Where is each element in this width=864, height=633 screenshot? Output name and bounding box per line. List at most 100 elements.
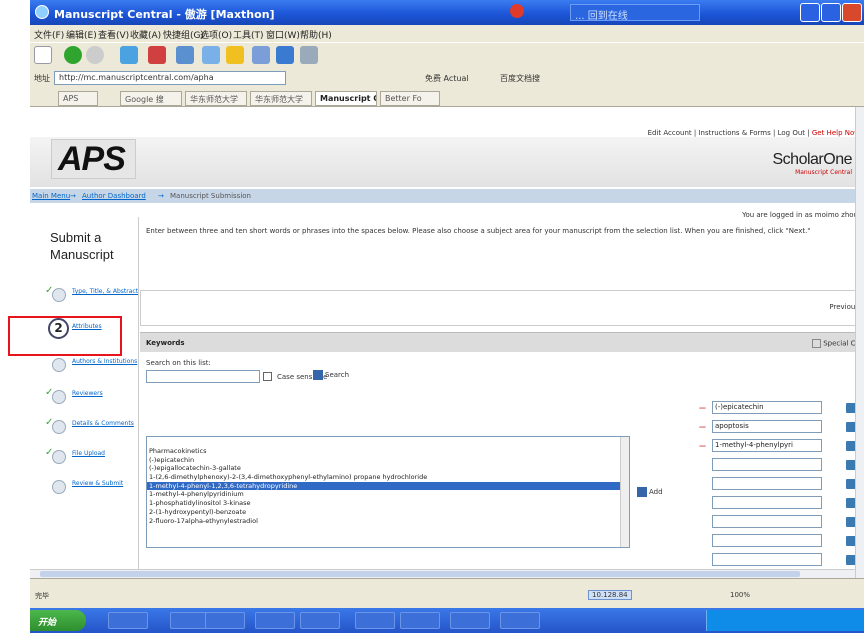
keyword-row <box>692 496 862 509</box>
step-reviewers[interactable]: ✓ Reviewers <box>45 387 135 411</box>
taskbar-item[interactable] <box>170 612 210 629</box>
keywords-header: Keywords Special Ch <box>140 332 864 352</box>
help-link[interactable]: Get Help Now <box>812 129 860 137</box>
favorites-star-icon[interactable] <box>226 46 244 64</box>
maximize-button[interactable] <box>821 3 841 22</box>
taskbar-item[interactable] <box>300 612 340 629</box>
list-scrollbar[interactable] <box>620 437 629 547</box>
tab-better[interactable]: Better Fo <box>380 91 440 106</box>
search-icon <box>313 370 323 380</box>
case-sensitive-checkbox[interactable] <box>263 372 272 381</box>
new-page-icon[interactable] <box>34 46 52 64</box>
history-icon[interactable] <box>202 46 220 64</box>
tab-google[interactable]: Google 搜 <box>120 91 182 106</box>
menu-options[interactable]: 选项(O) <box>200 28 232 41</box>
menu-file[interactable]: 文件(F) <box>34 28 64 41</box>
keyword-list[interactable]: Pharmacokinetics (-)epicatechin (-)epigall… <box>146 436 630 548</box>
menu-groups[interactable]: 快捷组(G) <box>163 28 204 41</box>
keyword-search-input[interactable] <box>146 370 260 383</box>
keyword-input[interactable] <box>712 534 822 547</box>
page-horizontal-scrollbar[interactable] <box>30 569 855 578</box>
minimize-button[interactable] <box>800 3 820 22</box>
undo-icon[interactable] <box>276 46 294 64</box>
back-icon[interactable] <box>64 46 82 64</box>
tab-manuscript-central[interactable]: Manuscript C <box>315 91 377 106</box>
menu-help[interactable]: 帮助(H) <box>300 28 332 41</box>
taskbar-item[interactable] <box>205 612 245 629</box>
keyword-input[interactable]: apoptosis <box>712 420 822 433</box>
list-item[interactable]: Pharmacokinetics <box>147 447 629 456</box>
extension-link-1[interactable]: 免费 Actual <box>425 73 469 84</box>
list-item[interactable]: 2-(1-hydroxypentyl)-benzoate <box>147 508 629 517</box>
list-item[interactable]: 2-fluoro-17alpha-ethynylestradiol <box>147 517 629 526</box>
forward-icon[interactable] <box>86 46 104 64</box>
taskbar-item[interactable] <box>400 612 440 629</box>
browser-window: Manuscript Central - 傲游 [Maxthon] ... 回到… <box>30 0 864 633</box>
add-button[interactable]: Add <box>637 487 663 497</box>
close-button[interactable] <box>842 3 862 22</box>
keyword-row: — apoptosis <box>692 420 862 433</box>
notification-icon[interactable] <box>510 4 524 18</box>
tab-ecnu-1[interactable]: 华东师范大学 <box>185 91 247 106</box>
remove-keyword-button[interactable]: — <box>699 423 706 431</box>
menu-view[interactable]: 查看(V) <box>98 28 129 41</box>
keyword-row <box>692 515 862 528</box>
home-icon[interactable] <box>176 46 194 64</box>
keyword-input[interactable] <box>712 458 822 471</box>
extension-link-2[interactable]: 百度文档搜 <box>500 73 540 84</box>
url-input[interactable]: http://mc.manuscriptcentral.com/apha <box>54 71 286 85</box>
keyword-input[interactable] <box>712 515 822 528</box>
zoom-level[interactable]: 100% <box>730 591 750 599</box>
search-button[interactable]: Search <box>313 370 349 380</box>
taskbar-item[interactable] <box>255 612 295 629</box>
menu-edit[interactable]: 编辑(E) <box>66 28 97 41</box>
remove-keyword-button[interactable]: — <box>699 442 706 450</box>
step-authors[interactable]: Authors & Institutions <box>45 355 137 379</box>
special-characters-button[interactable]: Special Ch <box>812 339 860 348</box>
taskbar-item[interactable] <box>500 612 540 629</box>
screen-icon[interactable] <box>252 46 270 64</box>
breadcrumb: Main Menu → Author Dashboard → Manuscrip… <box>30 189 864 203</box>
page-vertical-scrollbar[interactable] <box>855 107 864 578</box>
add-icon <box>637 487 647 497</box>
keyword-row <box>692 534 862 547</box>
keyword-input[interactable] <box>712 553 822 566</box>
remove-keyword-button[interactable]: — <box>699 404 706 412</box>
menu-tools[interactable]: 工具(T) <box>233 28 264 41</box>
stop-icon[interactable] <box>148 46 166 64</box>
taskbar-item[interactable] <box>108 612 148 629</box>
step-review-submit[interactable]: Review & Submit <box>45 477 135 501</box>
refresh-icon[interactable] <box>120 46 138 64</box>
step-file-upload[interactable]: ✓ File Upload <box>45 447 135 471</box>
list-item[interactable]: 1-methyl-4-phenyl-1,2,3,6-tetrahydropyri… <box>147 481 629 491</box>
tools-icon[interactable] <box>300 46 318 64</box>
status-bar: 完毕 10.128.84 100% <box>30 578 864 608</box>
start-button[interactable]: 开始 <box>30 610 86 631</box>
step-details[interactable]: ✓ Details & Comments <box>45 417 135 441</box>
tab-aps[interactable]: APS <box>58 91 98 106</box>
list-item[interactable]: 1-methyl-4-phenylpyridinium <box>147 490 629 499</box>
list-item[interactable]: 1-(2,6-dimethylphenoxy)-2-(3,4-dimethoxy… <box>147 473 629 482</box>
keyword-input[interactable]: (-)epicatechin <box>712 401 822 414</box>
logout-link[interactable]: Log Out <box>778 129 805 137</box>
step-type-title[interactable]: ✓ Type, Title, & Abstract <box>45 285 138 309</box>
instructions-text: Enter between three and ten short words … <box>146 227 811 235</box>
instructions-link[interactable]: Instructions & Forms <box>698 129 770 137</box>
menu-favorites[interactable]: 收藏(A) <box>130 28 161 41</box>
list-item[interactable]: (-)epicatechin <box>147 456 629 465</box>
tab-ecnu-2[interactable]: 华东师范大学 <box>250 91 312 106</box>
list-item[interactable]: (-)epigallocatechin-3-gallate <box>147 464 629 473</box>
keyword-input[interactable]: 1-methyl-4-phenylpyri <box>712 439 822 452</box>
breadcrumb-main-menu[interactable]: Main Menu <box>32 192 70 200</box>
menu-window[interactable]: 窗口(W) <box>266 28 300 41</box>
list-item[interactable]: 1-phosphatidylinositol 3-kinase <box>147 499 629 508</box>
sidebar-divider <box>138 217 139 578</box>
keyword-input[interactable] <box>712 477 822 490</box>
taskbar-item[interactable] <box>450 612 490 629</box>
taskbar-item[interactable] <box>355 612 395 629</box>
scroll-thumb[interactable] <box>40 571 800 577</box>
keyword-input[interactable] <box>712 496 822 509</box>
step-circle-icon <box>52 358 66 372</box>
breadcrumb-author-dashboard[interactable]: Author Dashboard <box>82 192 146 200</box>
edit-account-link[interactable]: Edit Account <box>648 129 692 137</box>
